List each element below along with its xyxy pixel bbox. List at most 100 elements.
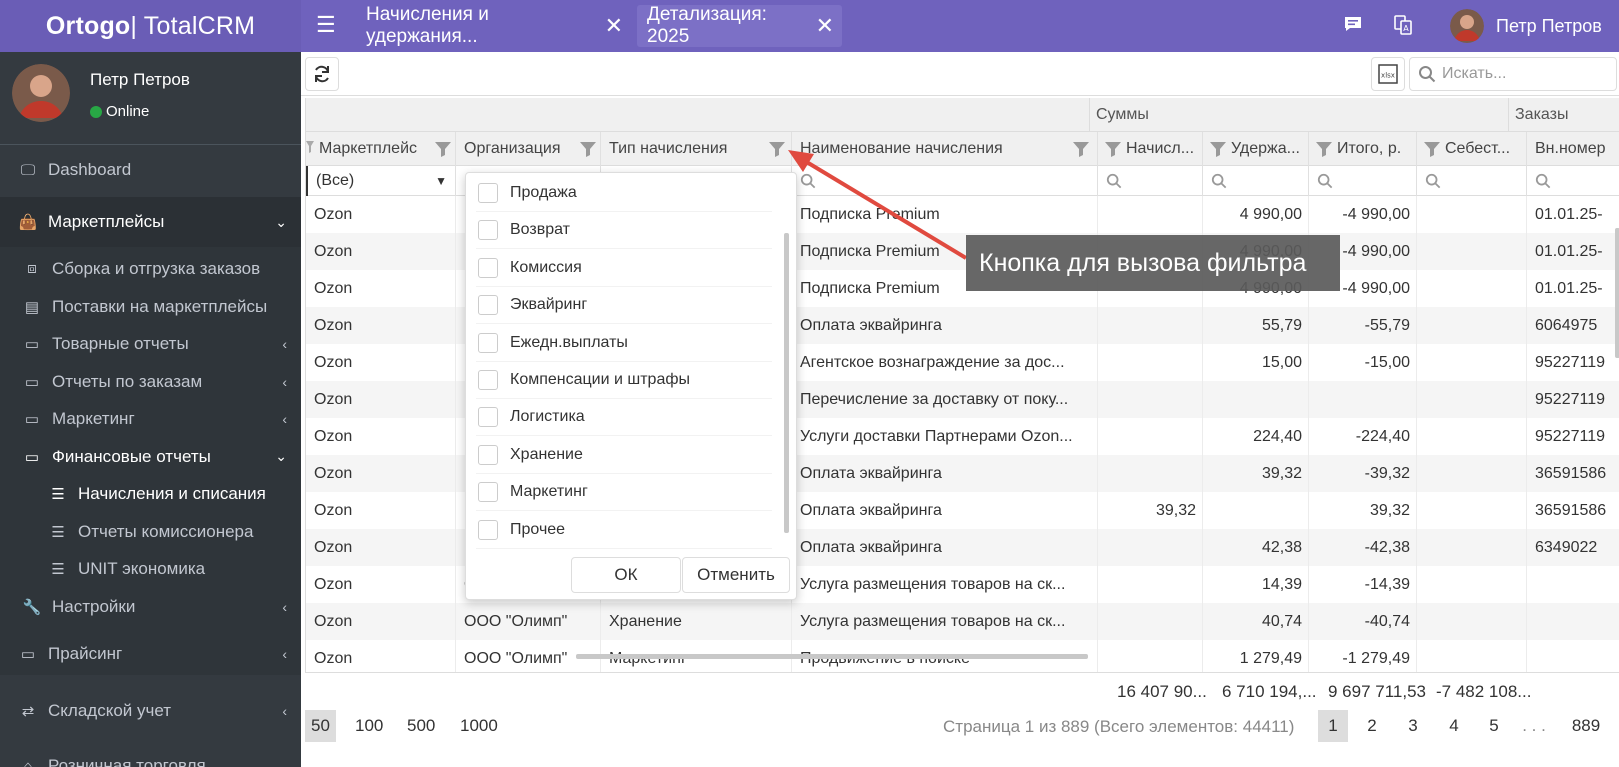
sidebar-item-charges[interactable]: ☰ Начисления и списания	[0, 475, 301, 512]
tab-details-2025[interactable]: Детализация: 2025 ✕	[637, 4, 842, 47]
table-row[interactable]: OzonООО "Олимп"ХранениеУслуга размещения…	[306, 603, 1619, 640]
page-size-1000[interactable]: 1000	[454, 710, 504, 742]
page-5[interactable]: 5	[1479, 710, 1509, 742]
checkbox[interactable]	[478, 332, 498, 353]
table-cell: ООО "Олимп"	[456, 603, 601, 640]
header-marketplace[interactable]: Маркетплейс	[311, 132, 456, 166]
user-menu[interactable]: Петр Петров	[1450, 8, 1602, 44]
sidebar-item-assembly[interactable]: ⧈ Сборка и отгрузка заказов	[0, 250, 301, 287]
user-name: Петр Петров	[1496, 15, 1602, 36]
page-1[interactable]: 1	[1318, 710, 1348, 742]
filter-icon[interactable]	[768, 140, 786, 158]
header-accrued[interactable]: Начисл...	[1098, 132, 1203, 166]
header-organization[interactable]: Организация	[456, 132, 601, 166]
filter-option[interactable]: Маркетинг	[476, 474, 772, 512]
refresh-button[interactable]	[305, 57, 339, 91]
page-4[interactable]: 4	[1439, 710, 1469, 742]
header-internal-number[interactable]: Вн.номер	[1527, 132, 1619, 166]
cost-filter-cell[interactable]	[1417, 166, 1527, 196]
filter-icon[interactable]	[1209, 140, 1227, 158]
filter-option[interactable]: Комиссия	[476, 250, 772, 287]
brand-logo[interactable]: Ortogo | TotalCRM	[0, 0, 301, 52]
filter-icon[interactable]	[1423, 140, 1441, 158]
search-icon	[800, 173, 816, 189]
sidebar-item-financial-reports[interactable]: ▭ Финансовые отчеты ⌄	[0, 438, 301, 475]
marketplace-filter-select[interactable]: (Все) ▼	[306, 166, 456, 196]
checkbox[interactable]	[478, 295, 498, 316]
table-cell: Услуги доставки Партнерами Ozon...	[792, 418, 1098, 455]
search-box[interactable]	[1409, 57, 1617, 91]
horizontal-scrollbar[interactable]	[576, 654, 1088, 659]
table-cell: Услуга размещения товаров на ск...	[792, 603, 1098, 640]
search-icon	[1211, 173, 1227, 189]
filter-option[interactable]: Возврат	[476, 212, 772, 250]
close-icon[interactable]: ✕	[816, 13, 834, 39]
filter-option[interactable]: Прочее	[476, 512, 772, 549]
table-cell	[1203, 381, 1309, 418]
internal-number-filter-cell[interactable]	[1527, 166, 1619, 196]
close-icon[interactable]: ✕	[605, 13, 623, 39]
checkbox[interactable]	[478, 183, 498, 203]
filter-icon[interactable]	[1104, 140, 1122, 158]
filter-option[interactable]: Хранение	[476, 437, 772, 474]
menu-toggle-icon[interactable]: ☰	[316, 14, 338, 36]
header-charge-type[interactable]: Тип начисления	[601, 132, 792, 166]
filter-list-scrollbar[interactable]	[784, 233, 789, 533]
checkbox[interactable]	[478, 220, 498, 241]
checkbox[interactable]	[478, 257, 498, 278]
chat-icon[interactable]	[1344, 16, 1362, 32]
filter-icon[interactable]	[434, 140, 452, 158]
filter-option-label: Возврат	[510, 221, 570, 239]
page-size-50[interactable]: 50	[305, 710, 336, 742]
sidebar-item-settings[interactable]: 🔧 Настройки ‹	[0, 588, 301, 625]
total-filter-cell[interactable]	[1309, 166, 1417, 196]
charge-name-filter-cell[interactable]	[792, 166, 1098, 196]
checkbox[interactable]	[478, 444, 498, 465]
filter-option[interactable]: Эквайринг	[476, 287, 772, 325]
header-total[interactable]: Итого, р.	[1309, 132, 1417, 166]
checkbox[interactable]	[478, 482, 498, 503]
filter-icon[interactable]	[579, 140, 597, 158]
checkbox[interactable]	[478, 407, 498, 428]
filter-option[interactable]: Продажа	[476, 175, 772, 212]
header-charge-name[interactable]: Наименование начисления	[792, 132, 1098, 166]
filter-cancel-button[interactable]: Отменить	[682, 557, 790, 593]
header-withheld[interactable]: Удержа...	[1203, 132, 1309, 166]
sidebar-item-marketplaces[interactable]: 👜 Маркетплейсы ⌄	[0, 197, 301, 247]
filter-option[interactable]: Компенсации и штрафы	[476, 362, 772, 399]
filter-option[interactable]: Логистика	[476, 399, 772, 437]
table-cell: 36591586	[1527, 492, 1619, 529]
sidebar-item-warehouse[interactable]: ⇄ Складской учет ‹	[0, 689, 301, 733]
page-last[interactable]: 889	[1571, 710, 1601, 742]
filter-option[interactable]: Ежедн.выплаты	[476, 325, 772, 362]
accrued-filter-cell[interactable]	[1098, 166, 1203, 196]
page-3[interactable]: 3	[1398, 710, 1428, 742]
sidebar-item-product-reports[interactable]: ▭ Товарные отчеты ‹	[0, 325, 301, 362]
withheld-filter-cell[interactable]	[1203, 166, 1309, 196]
sidebar-item-pricing[interactable]: ▭ Прайсинг ‹	[0, 632, 301, 676]
sidebar-item-unit-economics[interactable]: ☰ UNIT экономика	[0, 550, 301, 587]
sidebar-item-order-reports[interactable]: ▭ Отчеты по заказам ‹	[0, 363, 301, 400]
page-2[interactable]: 2	[1357, 710, 1387, 742]
table-cell: Ozon	[306, 307, 456, 344]
table-cell: 95227119	[1527, 381, 1619, 418]
page-size-500[interactable]: 500	[401, 710, 441, 742]
tab-charges[interactable]: Начисления и удержания... ✕	[356, 4, 631, 47]
sidebar-item-marketing[interactable]: ▭ Маркетинг ‹	[0, 400, 301, 437]
search-input[interactable]	[1442, 65, 1612, 83]
sidebar-item-dashboard[interactable]: 🖵 Dashboard	[0, 148, 301, 192]
sidebar-item-supplies[interactable]: ▤ Поставки на маркетплейсы	[0, 288, 301, 325]
sidebar-item-retail[interactable]: ⌂ Розничная торговля	[0, 744, 301, 767]
filter-icon[interactable]	[1072, 140, 1090, 158]
checkbox[interactable]	[478, 370, 498, 390]
translate-icon[interactable]: A	[1394, 15, 1412, 35]
table-cell	[1098, 418, 1203, 455]
page-size-100[interactable]: 100	[349, 710, 389, 742]
header-cost[interactable]: Себест...	[1417, 132, 1527, 166]
checkbox[interactable]	[478, 519, 498, 540]
sidebar-item-commission-reports[interactable]: ☰ Отчеты комиссионера	[0, 513, 301, 550]
vertical-scrollbar[interactable]	[1615, 228, 1619, 358]
export-xlsx-button[interactable]: xlsx	[1371, 57, 1405, 91]
filter-icon[interactable]	[1315, 140, 1333, 158]
filter-ok-button[interactable]: ОК	[571, 557, 681, 593]
